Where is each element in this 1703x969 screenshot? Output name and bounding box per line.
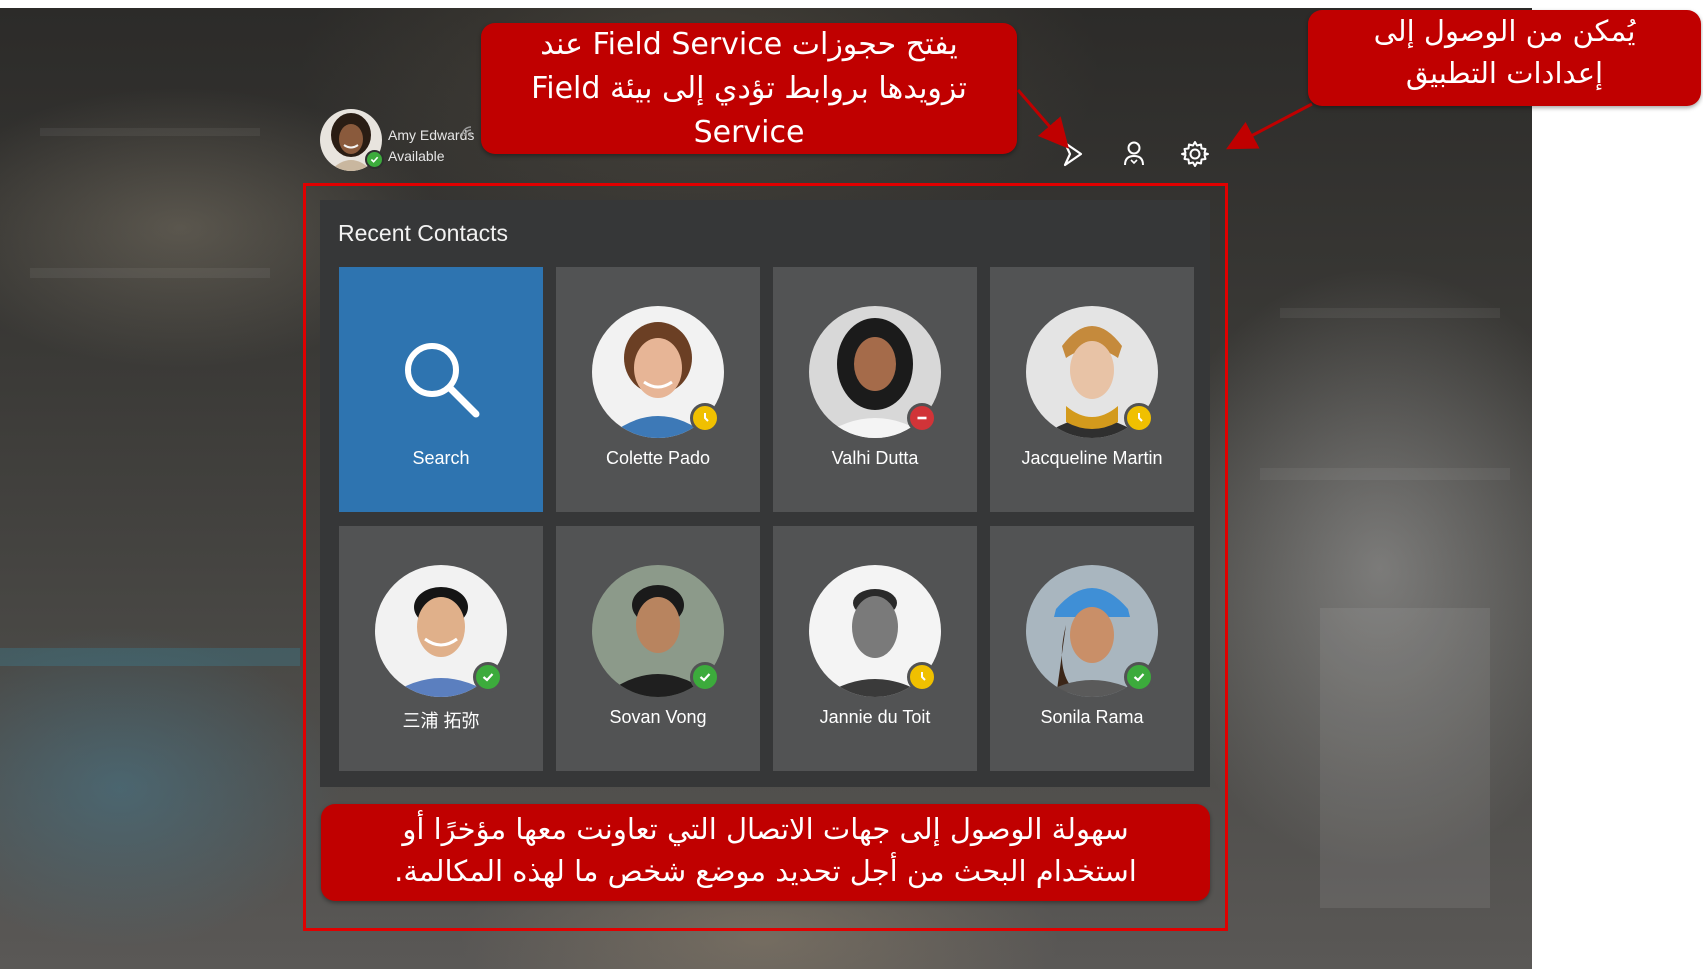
contacts-callout: سهولة الوصول إلى جهات الاتصال التي تعاون… (321, 804, 1210, 901)
callout-line: استخدام البحث من أجل تحديد موضع شخص ما ل… (394, 854, 1137, 888)
callout-line: يفتح حجوزات Field Service عند (540, 27, 958, 62)
field-service-callout: يفتح حجوزات Field Service عند تزويدها بر… (481, 23, 1017, 154)
callout-line: تزويدها بروابط تؤدي إلى بيئة Field (531, 71, 967, 106)
callout-line: سهولة الوصول إلى جهات الاتصال التي تعاون… (402, 812, 1129, 846)
callout-line: يُمكن من الوصول إلى (1373, 14, 1636, 48)
callout-line: إعدادات التطبيق (1405, 56, 1604, 90)
callout-line: Service (693, 115, 805, 150)
settings-callout: يُمكن من الوصول إلى إعدادات التطبيق (1308, 10, 1701, 106)
